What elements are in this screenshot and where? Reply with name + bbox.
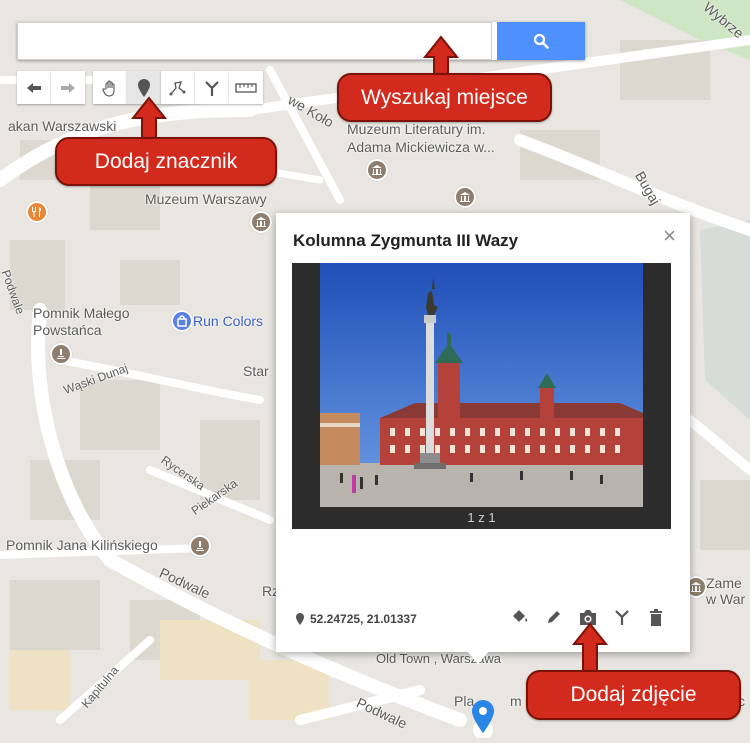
trash-icon	[650, 608, 662, 626]
photo-viewer[interactable]: 1 z 1	[292, 263, 671, 529]
callout-add-photo: Dodaj zdjęcie	[526, 670, 741, 720]
redo-icon	[61, 82, 75, 93]
callout-add-marker: Dodaj znacznik	[55, 137, 277, 186]
delete-button[interactable]	[646, 607, 666, 627]
map-label-pomnik-malego: Pomnik Małego	[33, 305, 130, 321]
map-label-muzeum-literatury: Muzeum Literatury im.	[347, 121, 486, 137]
draw-line-icon	[169, 80, 186, 95]
map-label-w-war: w War	[706, 591, 746, 607]
undo-icon	[27, 82, 41, 93]
map-label-akan: akan Warszawski	[8, 118, 117, 134]
shopping-icon[interactable]	[171, 310, 193, 332]
map-label-kilinski: Pomnik Jana Kilińskiego	[6, 537, 158, 553]
map-pin-icon	[472, 700, 494, 740]
museum-icon[interactable]	[366, 159, 388, 181]
pan-button[interactable]	[93, 71, 127, 104]
edit-button[interactable]	[544, 607, 564, 627]
coordinates: 52.24725, 21.01337	[296, 612, 417, 626]
close-button[interactable]: ×	[663, 223, 676, 249]
pencil-icon	[548, 611, 560, 623]
popup-title: Kolumna Zygmunta III Wazy	[293, 231, 519, 250]
map-label-muzeum-warszawy: Muzeum Warszawy	[145, 191, 267, 207]
monument-icon[interactable]	[189, 535, 211, 557]
coordinates-text: 52.24725, 21.01337	[310, 612, 417, 626]
place-photo	[320, 263, 643, 507]
undo-button[interactable]	[17, 71, 51, 104]
callout-arrow-photo	[572, 622, 608, 674]
map-label-run-colors: Run Colors	[193, 313, 264, 329]
popup-tail	[466, 650, 490, 664]
callout-search: Wyszukaj miejsce	[337, 73, 552, 122]
callout-arrow-search	[423, 35, 459, 77]
map-label-powstanca: Powstańca	[33, 322, 102, 338]
search-icon	[533, 33, 549, 49]
map-label-m: m	[510, 693, 522, 709]
museum-icon[interactable]	[250, 211, 272, 233]
directions-button[interactable]	[612, 607, 632, 627]
monument-icon[interactable]	[50, 343, 72, 365]
place-info-popup: Kolumna Zygmunta III Wazy × 1 z 1 52.247…	[276, 213, 690, 664]
search-bar	[17, 22, 585, 60]
photo-counter: 1 z 1	[467, 510, 496, 525]
ruler-icon	[235, 82, 257, 93]
redo-button[interactable]	[51, 71, 85, 104]
map-label-muzeum-literatury-2: Adama Mickiewicza w...	[347, 139, 495, 155]
restaurant-icon[interactable]	[26, 201, 48, 223]
route-icon	[205, 80, 219, 96]
location-pin-icon	[296, 613, 304, 625]
route-icon	[615, 610, 629, 625]
paint-bucket-icon	[513, 610, 528, 622]
add-directions-button[interactable]	[195, 71, 229, 104]
museum-icon[interactable]	[454, 186, 476, 208]
search-input[interactable]	[17, 22, 492, 60]
map-label-star: Star	[243, 363, 269, 379]
map-label-zame: Zame	[706, 575, 742, 591]
hand-icon	[102, 79, 115, 97]
measure-button[interactable]	[229, 71, 263, 104]
marker-icon	[138, 78, 150, 97]
style-button[interactable]	[510, 607, 530, 627]
map-marker[interactable]	[470, 700, 496, 743]
search-button[interactable]	[497, 22, 585, 60]
